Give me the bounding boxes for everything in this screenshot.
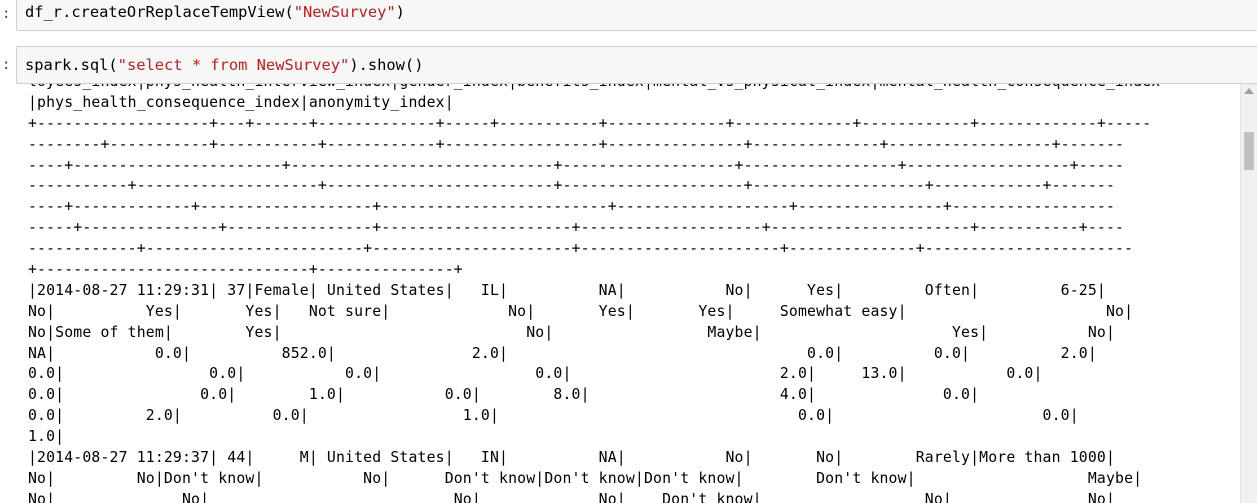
code-text: )	[395, 3, 405, 21]
output-line: +-------------------+---+------+--------…	[28, 114, 1152, 132]
vertical-scrollbar[interactable]	[1240, 84, 1257, 503]
cell-prompt: :	[2, 57, 11, 73]
table-output-text: loyees_index|phys_health_interview_index…	[28, 84, 1160, 503]
code-text: spark.sql(	[25, 56, 118, 74]
code-string-literal: "select * from NewSurvey"	[117, 56, 350, 74]
output-line: |2014-08-27 11:29:31| 37|Female| United …	[28, 281, 1106, 299]
output-line: NA| 0.0| 852.0| 2.0| 0.0| 0.0| 2.0|	[28, 344, 1097, 362]
code-line[interactable]: spark.sql("select * from NewSurvey").sho…	[25, 56, 423, 74]
output-line: 0.0| 2.0| 0.0| 1.0| 0.0| 0.0|	[28, 407, 1079, 425]
cell-output-area[interactable]: loyees_index|phys_health_interview_index…	[16, 84, 1241, 503]
output-line: -----------+--------------------+-------…	[28, 177, 1116, 195]
output-line: No| Yes| Yes| Not sure| No| Yes| Yes| So…	[28, 302, 1134, 320]
cell-prompt: :	[2, 6, 11, 22]
output-line: loyees_index|phys_health_interview_index…	[28, 84, 1160, 93]
code-string-literal: "NewSurvey"	[293, 3, 396, 21]
output-line: ----+-------------+-------------------+-…	[28, 198, 1116, 216]
scroll-up-arrow-icon[interactable]	[1244, 88, 1254, 94]
output-line: No|Some of them| Yes| No| Maybe| Yes| No…	[28, 323, 1116, 341]
code-text: df_r.createOrReplaceTempView(	[25, 3, 294, 21]
output-line: |2014-08-27 11:29:37| 44| M| United Stat…	[28, 449, 1116, 467]
code-input-area[interactable]: spark.sql("select * from NewSurvey").sho…	[16, 46, 1257, 84]
output-line: 0.0| 0.0| 1.0| 0.0| 8.0| 4.0| 0.0|	[28, 386, 980, 404]
output-line: 1.0|	[28, 428, 65, 446]
output-line: |phys_health_consequence_index|anonymity…	[28, 93, 454, 111]
scrollbar-thumb[interactable]	[1244, 132, 1254, 170]
output-line: No| No| No| No| Don't know| No| No|	[28, 490, 1116, 503]
code-cell-1[interactable]: : df_r.createOrReplaceTempView("NewSurve…	[0, 0, 1257, 34]
output-line: ----+-----------------------+-----------…	[28, 156, 1125, 174]
output-line: --------+-----------+-----------+-------…	[28, 135, 1125, 153]
code-line[interactable]: df_r.createOrReplaceTempView("NewSurvey"…	[25, 3, 405, 21]
code-input-area[interactable]: df_r.createOrReplaceTempView("NewSurvey"…	[16, 0, 1257, 31]
output-line: No| No|Don't know| No| Don't know|Don't …	[28, 469, 1143, 487]
output-line: -----+---------------+----------------+-…	[28, 219, 1125, 237]
code-cell-2[interactable]: : spark.sql("select * from NewSurvey").s…	[0, 46, 1257, 84]
code-text: ).show()	[349, 56, 424, 74]
output-line: 0.0| 0.0| 0.0| 0.0| 2.0| 13.0| 0.0|	[28, 365, 1043, 383]
output-line: +------------------------------+--------…	[28, 261, 463, 279]
output-line: ------------+------------------------+--…	[28, 240, 1134, 258]
